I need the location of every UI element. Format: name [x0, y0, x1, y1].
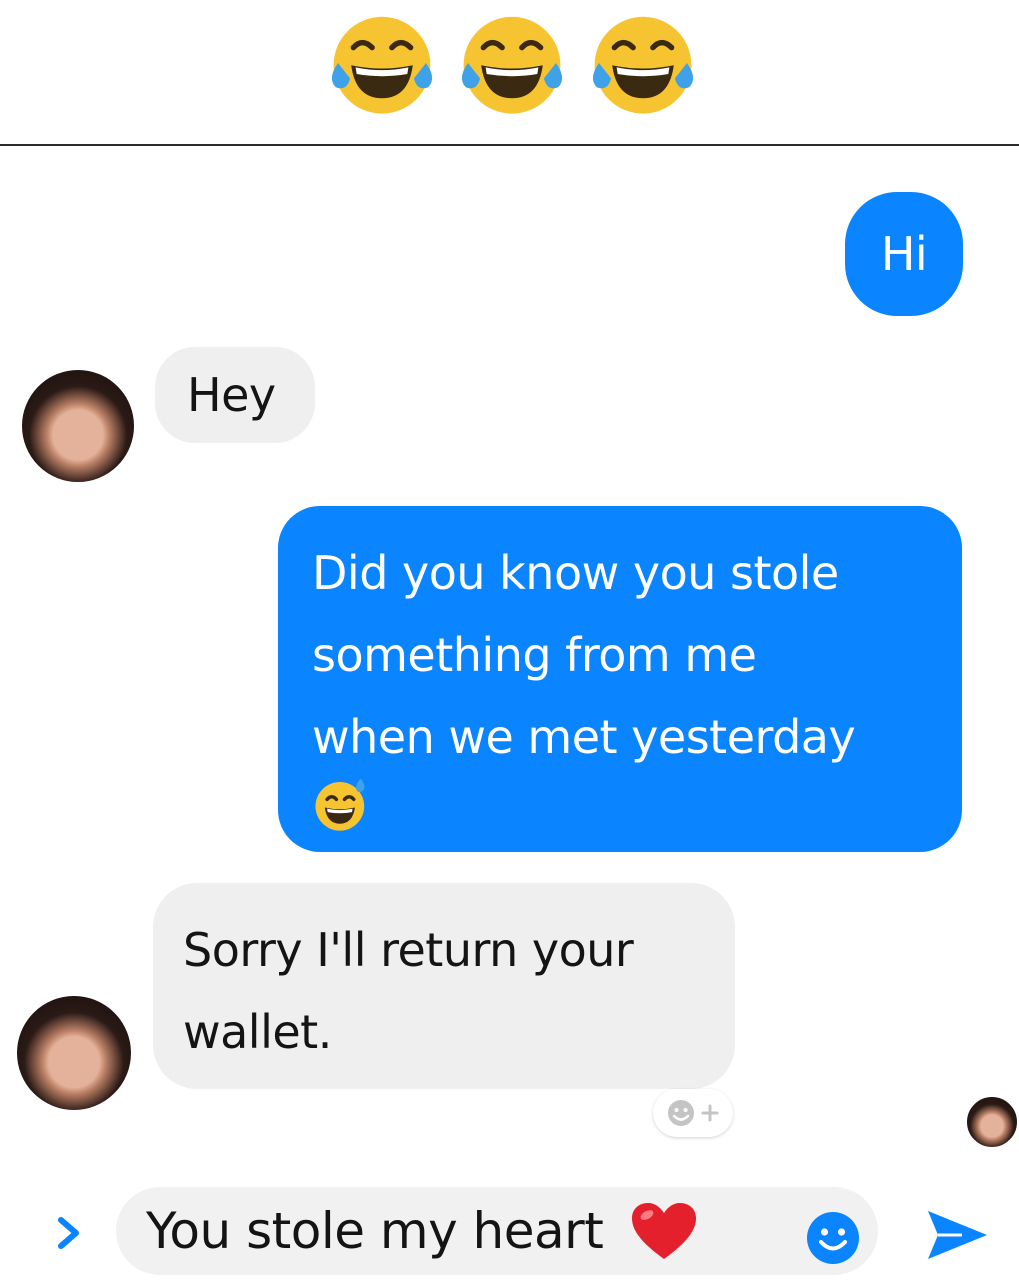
chevron-right-icon[interactable] [48, 1211, 88, 1255]
message-bubble-incoming[interactable]: Hey [155, 347, 315, 443]
emoji-picker-icon[interactable] [804, 1209, 862, 1267]
message-bubble-outgoing[interactable]: Hi [845, 192, 963, 316]
message-line: Sorry I'll return your [183, 923, 634, 977]
face-with-tears-of-joy-icon [592, 16, 694, 114]
red-heart-icon [632, 1203, 696, 1259]
message-text: Hi [880, 227, 928, 281]
grinning-face-with-sweat-icon [315, 778, 365, 831]
message-bubble-incoming[interactable]: Sorry I'll return your wallet. [153, 883, 735, 1089]
contact-avatar[interactable] [19, 367, 137, 485]
message-input-text: You stole my heart [146, 1202, 604, 1260]
read-receipt-avatar [965, 1095, 1019, 1149]
message-line: something from me [312, 628, 757, 682]
message-line: wallet. [183, 1005, 332, 1059]
message-text: Hey [187, 368, 276, 422]
message-line: Did you know you stole [312, 546, 839, 600]
add-reaction-button[interactable] [653, 1089, 733, 1137]
message-line: when we met yesterday [312, 710, 856, 764]
header-divider [0, 144, 1019, 146]
contact-avatar[interactable] [14, 993, 134, 1113]
face-with-tears-of-joy-icon [331, 16, 433, 114]
face-with-tears-of-joy-icon [461, 16, 563, 114]
message-bubble-outgoing[interactable]: Did you know you stole something from me… [278, 506, 962, 852]
message-input[interactable]: You stole my heart [116, 1187, 878, 1275]
send-icon[interactable] [924, 1206, 990, 1264]
emoji-header [0, 0, 1019, 145]
add-reaction-icon [668, 1100, 719, 1126]
